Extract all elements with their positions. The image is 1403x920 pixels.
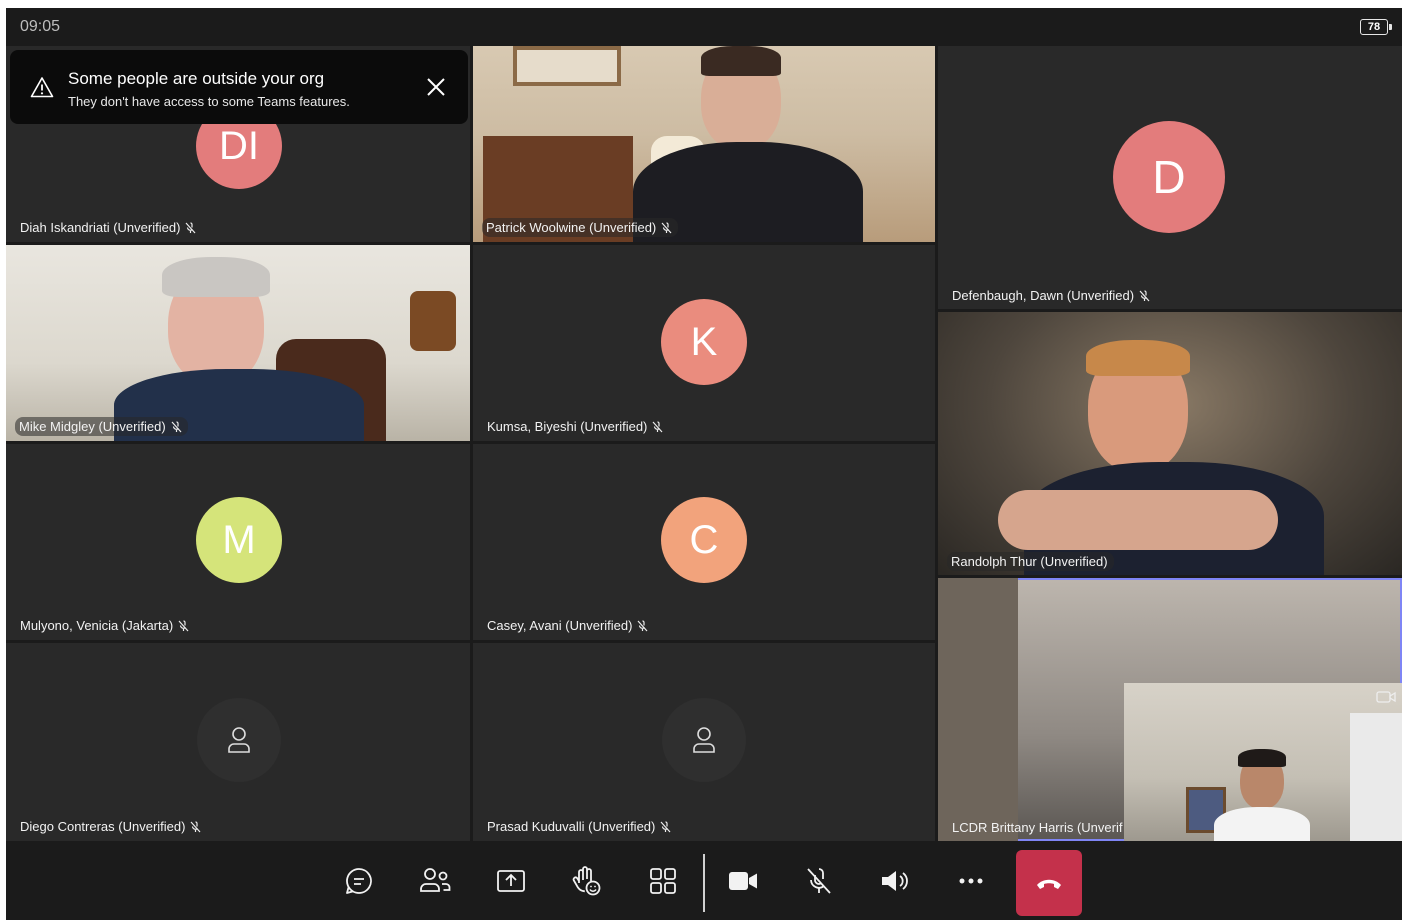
hang-up-button[interactable] — [1016, 850, 1082, 916]
mic-off-icon — [178, 620, 189, 632]
participant-name: LCDR Brittany Harris (Unverif — [952, 820, 1123, 835]
battery-icon: 78 — [1360, 19, 1392, 35]
mic-off-icon — [191, 821, 201, 833]
participant-name: Defenbaugh, Dawn (Unverified) — [950, 286, 1154, 305]
status-bar: 09:05 78 — [6, 8, 1402, 46]
mic-off-icon — [1139, 290, 1150, 302]
toolbar-divider — [703, 854, 705, 912]
participant-name: Patrick Woolwine (Unverified) — [482, 218, 679, 237]
participant-tile-dawn[interactable]: D Defenbaugh, Dawn (Unverified) — [938, 46, 1402, 309]
participant-name: Mulyono, Venicia (Jakarta) — [18, 616, 193, 635]
participant-name: Prasad Kuduvalli (Unverified) — [485, 817, 675, 836]
mic-off-icon — [660, 821, 671, 833]
close-icon[interactable] — [424, 75, 448, 99]
raise-hand-icon — [572, 866, 601, 896]
wall-plaque — [410, 291, 456, 351]
hair — [1238, 749, 1286, 767]
person-arm — [998, 490, 1278, 550]
participant-tile-prasad[interactable]: Prasad Kuduvalli (Unverified) — [473, 643, 935, 841]
participant-tile-randolph[interactable]: Randolph Thur (Unverified) — [938, 312, 1402, 575]
chat-button[interactable] — [336, 858, 382, 904]
mic-muted-icon — [807, 868, 831, 894]
switch-camera-icon[interactable] — [1376, 689, 1396, 705]
avatar: M — [196, 497, 282, 583]
more-icon — [959, 878, 983, 884]
participant-tile-mulyono[interactable]: M Mulyono, Venicia (Jakarta) — [6, 444, 470, 640]
mic-off-icon — [171, 421, 182, 433]
avatar: D — [1113, 121, 1225, 233]
clock: 09:05 — [20, 18, 61, 35]
chat-icon — [346, 868, 372, 894]
cabinet — [1350, 713, 1402, 841]
participant-name: Kumsa, Biyeshi (Unverified) — [485, 417, 667, 436]
banner-subtitle: They don't have access to some Teams fea… — [68, 94, 350, 109]
camera-icon — [729, 872, 757, 890]
self-view[interactable] — [1124, 683, 1402, 841]
mic-off-icon — [661, 222, 672, 234]
participants-button[interactable] — [412, 858, 458, 904]
speaker-button[interactable] — [872, 858, 918, 904]
participant-name: Diah Iskandriati (Unverified) — [18, 218, 200, 237]
avatar: K — [661, 299, 747, 385]
people-icon — [420, 868, 451, 892]
camera-button[interactable] — [720, 858, 766, 904]
hang-up-icon — [1037, 879, 1061, 889]
mute-button[interactable] — [796, 858, 842, 904]
warning-icon — [30, 77, 54, 98]
hair — [701, 46, 781, 76]
mic-off-icon — [185, 222, 196, 234]
person-body — [1214, 807, 1310, 841]
teams-meeting-window: 09:05 78 DI Diah Iskandriati (Unverified… — [6, 8, 1402, 920]
wall-edge — [938, 578, 1018, 841]
participant-tile-lcdr-harris[interactable]: LCDR Brittany Harris (Unverif — [938, 578, 1402, 841]
call-controls-toolbar — [6, 844, 1402, 920]
reactions-button[interactable] — [564, 858, 610, 904]
layout-icon — [650, 868, 676, 894]
layout-button[interactable] — [640, 858, 686, 904]
external-participants-banner: Some people are outside your org They do… — [10, 50, 468, 124]
banner-title: Some people are outside your org — [68, 69, 325, 88]
hair — [162, 257, 270, 297]
mic-off-icon — [652, 421, 663, 433]
participant-tile-mike[interactable]: Mike Midgley (Unverified) — [6, 245, 470, 441]
person-icon — [662, 698, 746, 782]
picture-frame — [513, 46, 621, 86]
person-icon — [197, 698, 281, 782]
participant-name: Randolph Thur (Unverified) — [947, 552, 1114, 571]
participant-name: Diego Contreras (Unverified) — [18, 817, 205, 836]
participant-name: Casey, Avani (Unverified) — [485, 616, 652, 635]
hair — [1086, 340, 1190, 376]
participant-name: Mike Midgley (Unverified) — [15, 417, 188, 436]
avatar: C — [661, 497, 747, 583]
more-options-button[interactable] — [948, 858, 994, 904]
share-screen-button[interactable] — [488, 858, 534, 904]
share-screen-icon — [497, 870, 525, 892]
participant-tile-kumsa[interactable]: K Kumsa, Biyeshi (Unverified) — [473, 245, 935, 441]
mic-off-icon — [638, 620, 648, 632]
participant-tile-diego[interactable]: Diego Contreras (Unverified) — [6, 643, 470, 841]
speaker-icon — [882, 871, 908, 891]
participant-tile-patrick[interactable]: Patrick Woolwine (Unverified) — [473, 46, 935, 242]
participant-tile-casey[interactable]: C Casey, Avani (Unverified) — [473, 444, 935, 640]
